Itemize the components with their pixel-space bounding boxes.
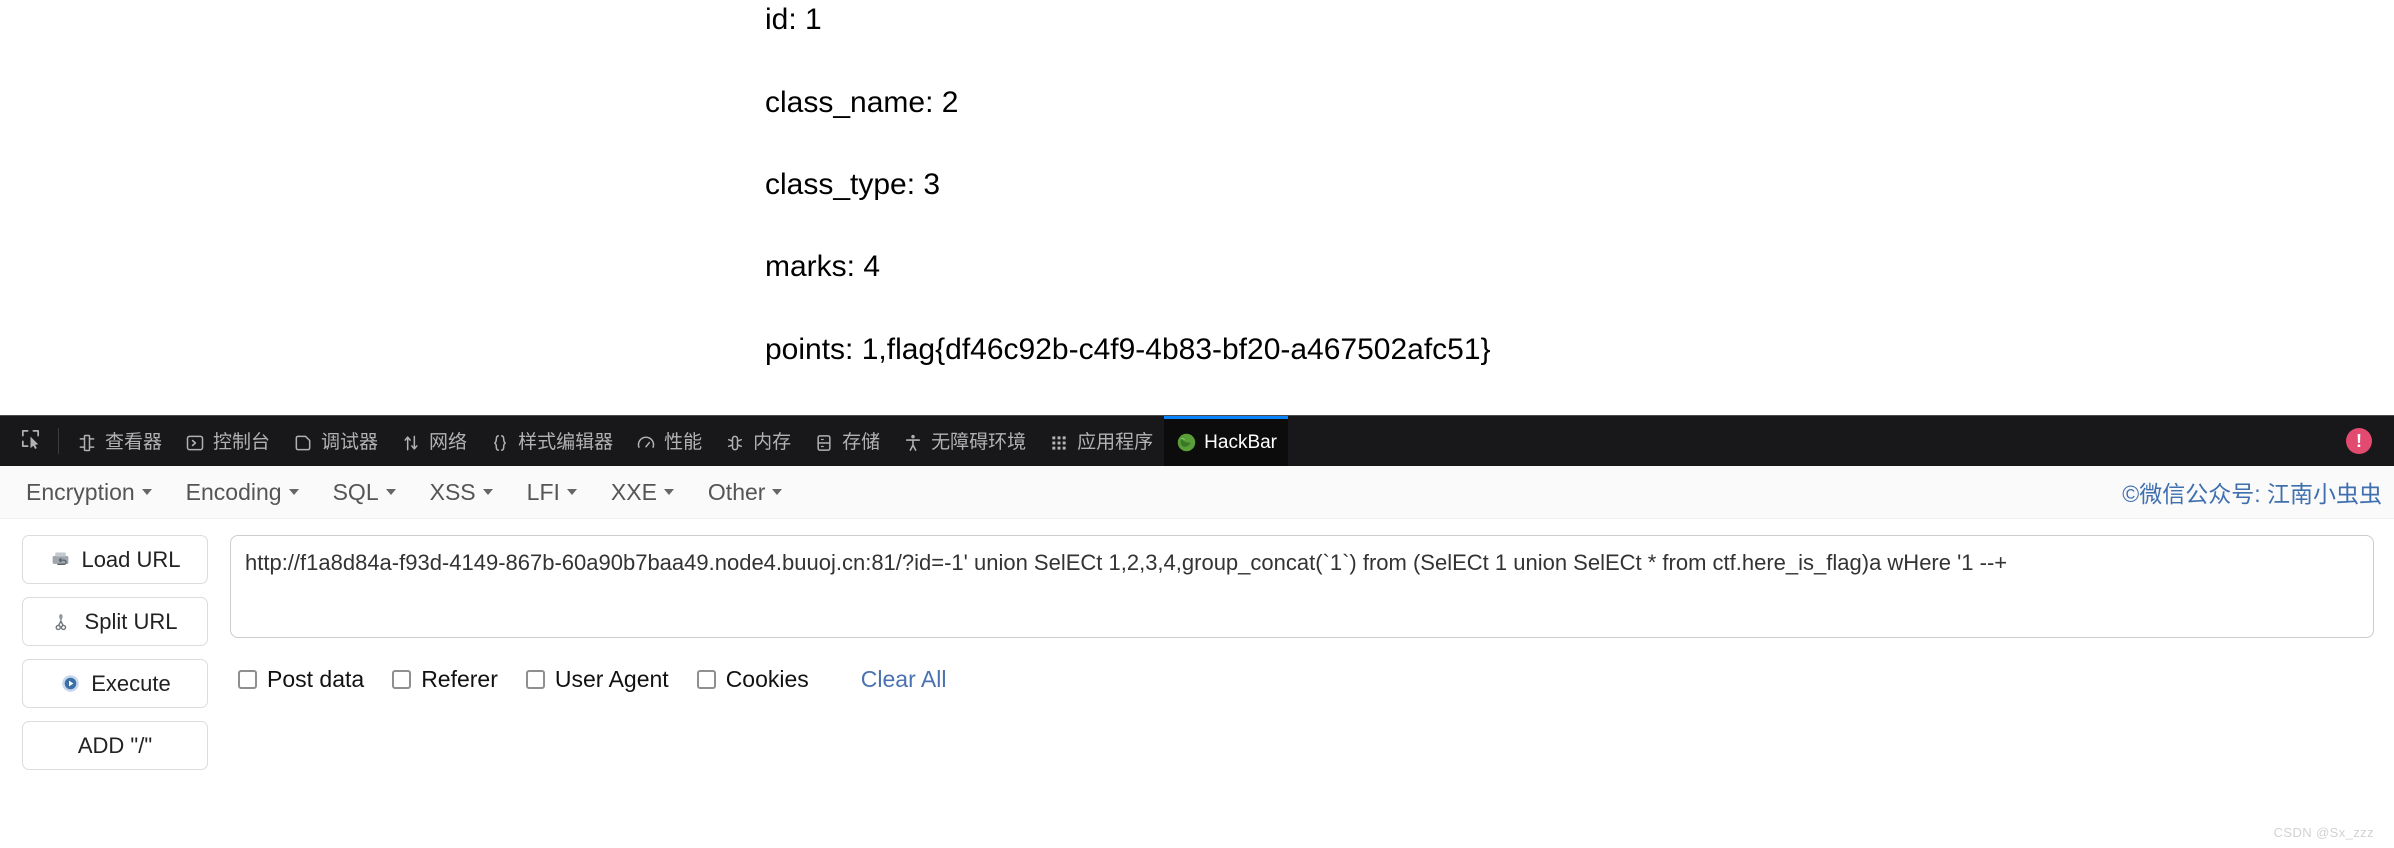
devtools-tab-label: 性能 xyxy=(664,432,703,453)
devtools-tab-application[interactable]: 应用程序 xyxy=(1037,416,1164,466)
chevron-down-icon xyxy=(663,489,674,495)
clear-all-link[interactable]: Clear All xyxy=(861,666,947,693)
split-url-label: Split URL xyxy=(84,608,178,634)
error-exclamation-icon: ! xyxy=(2356,430,2362,451)
post-data-checkbox[interactable] xyxy=(238,670,257,689)
chevron-down-icon xyxy=(772,489,783,495)
devtools-tab-label: 查看器 xyxy=(105,432,163,453)
wechat-watermark: ©微信公众号: 江南小虫虫 xyxy=(2122,481,2382,507)
devtools-tab-hackbar[interactable]: HackBar xyxy=(1164,416,1289,466)
devtools-tab-label: HackBar xyxy=(1204,432,1278,453)
execute-button[interactable]: Execute xyxy=(22,659,208,708)
style-editor-icon xyxy=(489,432,511,454)
devtools-tab-performance[interactable]: 性能 xyxy=(624,416,713,466)
page-text-line: id: 1 xyxy=(765,3,822,36)
hackbar-menu-label: XXE xyxy=(610,478,657,505)
devtools-tab-network[interactable]: 网络 xyxy=(389,416,478,466)
devtools-tab-style-editor[interactable]: 样式编辑器 xyxy=(478,416,624,466)
hackbar-button-column: Load URL Split URL Execute ADD "/" xyxy=(0,535,208,848)
split-url-button[interactable]: Split URL xyxy=(22,597,208,646)
hackbar-menu-label: XSS xyxy=(429,478,476,505)
devtools-tab-label: 控制台 xyxy=(213,432,271,453)
referer-option[interactable]: Referer xyxy=(392,666,498,693)
page-text-line: class_name: 2 xyxy=(765,86,959,119)
performance-icon xyxy=(635,432,657,454)
referer-checkbox[interactable] xyxy=(392,670,412,689)
storage-icon xyxy=(813,432,835,454)
execute-label: Execute xyxy=(91,670,171,696)
devtools-tab-label: 存储 xyxy=(842,432,881,453)
hackbar-menu-label: Other xyxy=(707,478,766,505)
hackbar-options-row: Post data Referer User Agent Cookies Cle… xyxy=(230,666,2374,693)
hackbar-menu-xss[interactable]: XSS xyxy=(430,479,493,506)
rendered-page-content: id: 1 class_name: 2 class_type: 3 marks:… xyxy=(0,0,2394,415)
hackbar-menu-encryption[interactable]: Encryption xyxy=(26,479,152,506)
hackbar-main-column: Post data Referer User Agent Cookies Cle… xyxy=(208,535,2394,848)
hackbar-menu-sql[interactable]: SQL xyxy=(333,479,396,506)
load-url-button[interactable]: Load URL xyxy=(22,535,208,584)
debugger-icon xyxy=(292,432,314,454)
devtools-tab-label: 样式编辑器 xyxy=(518,432,614,453)
devtools-tab-label: 应用程序 xyxy=(1077,432,1154,453)
referer-label: Referer xyxy=(421,666,498,692)
devtools-tab-memory[interactable]: 内存 xyxy=(713,416,802,466)
memory-icon xyxy=(724,432,746,454)
user-agent-option[interactable]: User Agent xyxy=(525,666,669,693)
load-url-icon xyxy=(49,549,71,571)
page-text-line-flag: points: 1,flag{df46c92b-c4f9-4b83-bf20-a… xyxy=(765,333,1491,366)
devtools-tab-console[interactable]: 控制台 xyxy=(173,416,281,466)
hackbar-menu-label: SQL xyxy=(332,478,379,505)
element-picker-button[interactable] xyxy=(8,416,52,466)
element-picker-icon xyxy=(19,427,42,455)
user-agent-checkbox[interactable] xyxy=(525,670,545,689)
chevron-down-icon xyxy=(141,489,152,495)
devtools-tab-storage[interactable]: 存储 xyxy=(802,416,891,466)
post-data-option[interactable]: Post data xyxy=(238,666,364,693)
hackbar-menu-other[interactable]: Other xyxy=(708,479,783,506)
inspector-icon xyxy=(76,432,98,454)
cookies-label: Cookies xyxy=(725,666,809,692)
devtools-tab-label: 内存 xyxy=(753,432,792,453)
devtools-panel: 查看器 控制台 调试器 网络 样式编辑器 性能 内存 存储 无障碍环境 应用程序… xyxy=(0,415,2394,848)
csdn-watermark: CSDN @Sx_zzz xyxy=(2273,825,2374,840)
chevron-down-icon xyxy=(566,489,577,495)
chevron-down-icon xyxy=(288,489,299,495)
add-slash-label: ADD "/" xyxy=(77,732,153,758)
cookies-checkbox[interactable] xyxy=(696,670,716,689)
hackbar-menu-lfi[interactable]: LFI xyxy=(527,479,577,506)
console-icon xyxy=(184,432,206,454)
devtools-tab-debugger[interactable]: 调试器 xyxy=(281,416,389,466)
hackbar-menu-xxe[interactable]: XXE xyxy=(611,479,674,506)
hackbar-menu-label: LFI xyxy=(526,478,560,505)
devtools-tab-strip: 查看器 控制台 调试器 网络 样式编辑器 性能 内存 存储 无障碍环境 应用程序… xyxy=(0,416,2394,466)
toolbar-divider xyxy=(58,428,59,454)
network-icon xyxy=(400,432,422,454)
devtools-tab-accessibility[interactable]: 无障碍环境 xyxy=(891,416,1037,466)
hackbar-menu-encoding[interactable]: Encoding xyxy=(186,479,299,506)
execute-play-icon xyxy=(59,673,81,695)
page-text-line: class_type: 3 xyxy=(765,168,941,201)
chevron-down-icon xyxy=(385,489,396,495)
devtools-tab-inspector[interactable]: 查看器 xyxy=(65,416,173,466)
url-input[interactable] xyxy=(230,535,2374,638)
application-icon xyxy=(1048,432,1070,454)
user-agent-label: User Agent xyxy=(554,666,669,692)
devtools-tab-label: 无障碍环境 xyxy=(931,432,1027,453)
add-slash-button[interactable]: ADD "/" xyxy=(22,721,208,770)
devtools-tab-label: 网络 xyxy=(429,432,468,453)
split-url-scissors-icon xyxy=(53,611,75,633)
page-text-line: marks: 4 xyxy=(765,250,881,283)
post-data-label: Post data xyxy=(267,666,365,692)
hackbar-menu-label: Encoding xyxy=(185,478,282,505)
cookies-option[interactable]: Cookies xyxy=(696,666,809,693)
hackbar-body: Load URL Split URL Execute ADD "/" http:… xyxy=(0,519,2394,848)
accessibility-icon xyxy=(902,432,924,454)
error-count-badge[interactable]: ! xyxy=(2346,428,2372,454)
hackbar-menubar: Encryption Encoding SQL XSS LFI XXE Othe… xyxy=(0,466,2394,519)
devtools-tab-label: 调试器 xyxy=(321,432,379,453)
hackbar-icon xyxy=(1175,432,1197,454)
hackbar-menu-label: Encryption xyxy=(26,478,135,505)
load-url-label: Load URL xyxy=(81,546,181,572)
chevron-down-icon xyxy=(482,489,493,495)
